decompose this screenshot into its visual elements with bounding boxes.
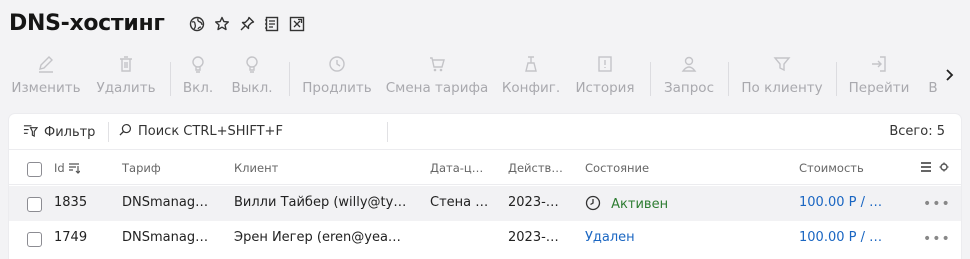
document-icon[interactable] bbox=[264, 16, 280, 32]
divider bbox=[108, 122, 109, 142]
cell-cost[interactable]: 100.00 Р / … bbox=[799, 230, 889, 245]
column-date[interactable]: Дата-ц… bbox=[430, 161, 483, 175]
history-icon bbox=[595, 54, 615, 74]
star-icon[interactable] bbox=[214, 16, 230, 32]
cell-date: Стена … bbox=[430, 195, 489, 210]
toolbar-separator bbox=[289, 62, 290, 96]
column-status[interactable]: Состояние bbox=[585, 161, 649, 175]
enable-button[interactable]: Вкл. bbox=[180, 50, 216, 100]
goto-button[interactable]: Перейти bbox=[848, 50, 910, 100]
column-client[interactable]: Клиент bbox=[234, 161, 278, 175]
row-actions-icon[interactable]: ••• bbox=[923, 196, 951, 212]
cell-id: 1749 bbox=[54, 230, 88, 245]
config-button[interactable]: Конфиг. bbox=[500, 50, 562, 100]
page-header: DNS-хостинг bbox=[9, 8, 305, 38]
delete-button[interactable]: Удалить bbox=[93, 50, 159, 100]
clock-icon bbox=[585, 195, 601, 215]
search-icon bbox=[119, 123, 132, 140]
pencil-icon bbox=[36, 54, 56, 74]
cell-client: Эрен Йегер (eren@yeag… bbox=[234, 230, 409, 245]
column-cost[interactable]: Стоимость bbox=[799, 161, 864, 175]
globe-icon[interactable] bbox=[189, 16, 205, 32]
table-row[interactable]: 1749 DNSmanag… Эрен Йегер (eren@yeag… 20… bbox=[9, 221, 961, 256]
page-title: DNS-хостинг bbox=[9, 10, 165, 36]
clock-icon bbox=[327, 54, 347, 74]
status-label: Активен bbox=[611, 197, 669, 212]
cell-client: Вилли Тайбер (willy@ty… bbox=[234, 195, 407, 210]
column-settings-icon[interactable] bbox=[920, 161, 950, 176]
by-client-button[interactable]: По клиенту bbox=[740, 50, 824, 100]
row-actions-icon[interactable]: ••• bbox=[923, 231, 951, 247]
cell-id: 1835 bbox=[54, 195, 88, 210]
select-all-checkbox[interactable] bbox=[27, 162, 42, 177]
funnel-icon bbox=[772, 54, 792, 74]
toolbar-separator bbox=[728, 62, 729, 96]
change-tariff-button[interactable]: Смена тарифа bbox=[386, 50, 488, 100]
cell-cost[interactable]: 100.00 Р / … bbox=[799, 195, 889, 210]
request-button[interactable]: Запрос bbox=[663, 50, 715, 100]
column-valid[interactable]: Действ… bbox=[508, 161, 563, 175]
export-icon[interactable] bbox=[289, 16, 305, 32]
filter-bar: Фильтр Поиск CTRL+SHIFT+F Всего: 5 bbox=[9, 114, 961, 150]
cell-valid: 2023-… bbox=[508, 195, 559, 210]
row-checkbox[interactable] bbox=[27, 232, 42, 247]
chevron-right-icon[interactable] bbox=[945, 67, 955, 81]
cell-tariff: DNSmanag… bbox=[122, 230, 209, 245]
config-icon bbox=[521, 54, 541, 74]
cell-valid: 2023-… bbox=[508, 230, 559, 245]
toolbar-separator bbox=[836, 62, 837, 96]
search-placeholder: Поиск CTRL+SHIFT+F bbox=[138, 124, 283, 139]
bulb-off-icon bbox=[242, 54, 262, 74]
search-input[interactable]: Поиск CTRL+SHIFT+F bbox=[119, 123, 384, 140]
more-icon bbox=[926, 54, 940, 74]
cell-status: Активен bbox=[585, 195, 668, 215]
cart-icon bbox=[427, 54, 447, 74]
toolbar-overflow-button[interactable]: В bbox=[926, 50, 940, 100]
goto-icon bbox=[869, 54, 889, 74]
table-row[interactable]: 1835 DNSmanag… Вилли Тайбер (willy@ty… С… bbox=[9, 186, 961, 221]
bulb-on-icon bbox=[188, 54, 208, 74]
total-count: Всего: 5 bbox=[889, 124, 945, 139]
pin-icon[interactable] bbox=[239, 16, 255, 32]
column-id[interactable]: Id bbox=[54, 161, 81, 177]
cell-status: Удален bbox=[585, 230, 635, 245]
table-header: Id Тариф Клиент Дата-ц… Действ… Состояни… bbox=[9, 150, 961, 185]
cell-tariff: DNSmanag… bbox=[122, 195, 209, 210]
renew-button[interactable]: Продлить bbox=[300, 50, 374, 100]
edit-button[interactable]: Изменить bbox=[11, 50, 81, 100]
row-checkbox[interactable] bbox=[27, 197, 42, 212]
trash-icon bbox=[116, 54, 136, 74]
disable-button[interactable]: Выкл. bbox=[228, 50, 276, 100]
toolbar: Изменить Удалить Вкл. Выкл. Продлить Сме… bbox=[0, 50, 970, 100]
filter-button[interactable]: Фильтр bbox=[23, 123, 95, 142]
divider bbox=[387, 122, 388, 142]
toolbar-separator bbox=[170, 62, 171, 96]
column-tariff[interactable]: Тариф bbox=[122, 161, 161, 175]
history-button[interactable]: История bbox=[575, 50, 635, 100]
status-label: Удален bbox=[585, 230, 635, 245]
list-panel: Фильтр Поиск CTRL+SHIFT+F Всего: 5 Id Та… bbox=[9, 114, 961, 259]
toolbar-separator bbox=[650, 62, 651, 96]
sort-icon bbox=[68, 162, 81, 177]
title-icon-group bbox=[189, 16, 305, 32]
filter-icon bbox=[23, 123, 39, 142]
request-icon bbox=[679, 54, 699, 74]
